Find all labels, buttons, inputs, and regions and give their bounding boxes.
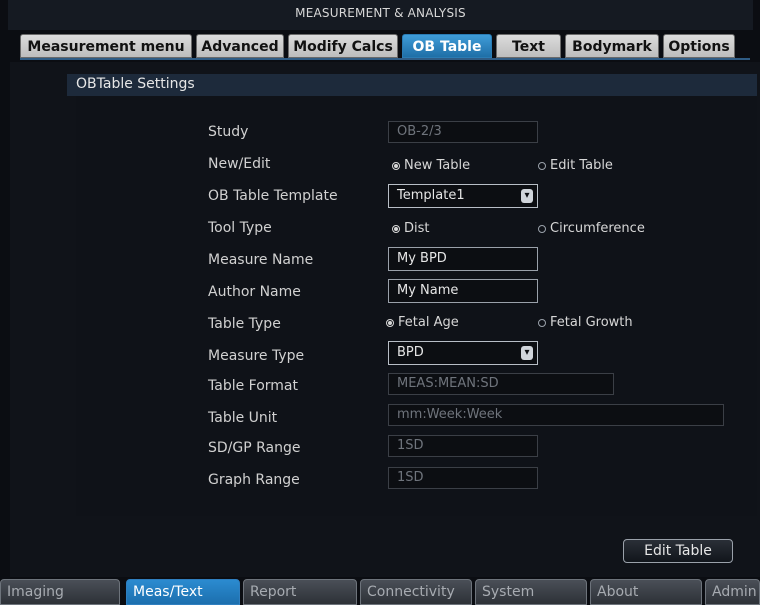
radio-circumference-label: Circumference: [550, 221, 645, 236]
measure-type-label: Measure Type: [208, 348, 305, 364]
bottom-tab-meas-text[interactable]: Meas/Text: [126, 579, 240, 605]
measure-type-dropdown-value: BPD: [397, 345, 424, 360]
table-unit-label: Table Unit: [208, 410, 278, 426]
template-label: OB Table Template: [208, 188, 338, 204]
new-edit-label: New/Edit: [208, 156, 271, 172]
radio-dot-icon: [386, 318, 394, 327]
radio-circumference[interactable]: Circumference: [538, 221, 645, 236]
tab-modify-calcs[interactable]: Modify Calcs: [288, 34, 398, 58]
radio-dot-icon: [392, 224, 400, 233]
measure-type-dropdown[interactable]: BPD ▾: [388, 341, 538, 365]
tab-measurement-menu[interactable]: Measurement menu: [20, 34, 192, 58]
author-name-field[interactable]: My Name: [388, 279, 538, 303]
radio-dot-icon: [538, 161, 546, 170]
radio-dist-label: Dist: [404, 221, 430, 236]
radio-edit-table-label: Edit Table: [550, 158, 613, 173]
bottom-tab-about[interactable]: About: [590, 579, 702, 605]
graph-range-label: Graph Range: [208, 472, 300, 488]
window-title: MEASUREMENT & ANALYSIS: [295, 6, 466, 20]
radio-dot-icon: [538, 224, 546, 233]
tool-type-label: Tool Type: [208, 220, 272, 236]
measure-name-field[interactable]: My BPD: [388, 247, 538, 271]
graph-range-field: 1SD: [388, 467, 538, 489]
edit-table-button[interactable]: Edit Table: [623, 539, 733, 563]
radio-dist[interactable]: Dist: [392, 221, 430, 236]
bottom-tab-admin[interactable]: Admin: [705, 579, 760, 605]
radio-dot-icon: [392, 161, 400, 170]
measure-name-label: Measure Name: [208, 252, 314, 268]
tab-advanced[interactable]: Advanced: [196, 34, 284, 58]
radio-edit-table[interactable]: Edit Table: [538, 158, 613, 173]
study-field: OB-2/3: [388, 121, 538, 143]
tab-text[interactable]: Text: [496, 34, 561, 58]
tab-bodymark[interactable]: Bodymark: [565, 34, 659, 58]
study-label: Study: [208, 124, 249, 140]
table-format-label: Table Format: [208, 378, 298, 394]
sdgp-range-field: 1SD: [388, 435, 538, 457]
sdgp-range-label: SD/GP Range: [208, 440, 301, 456]
app-window: MEASUREMENT & ANALYSIS Measurement menu …: [0, 0, 760, 605]
template-dropdown-value: Template1: [397, 188, 465, 203]
table-type-label: Table Type: [208, 316, 281, 332]
bottom-tab-imaging[interactable]: Imaging: [0, 579, 120, 605]
bottom-tab-report[interactable]: Report: [243, 579, 357, 605]
section-title: OBTable Settings: [76, 76, 195, 92]
radio-new-table[interactable]: New Table: [392, 158, 470, 173]
table-unit-field: mm:Week:Week: [388, 404, 724, 426]
title-bar: MEASUREMENT & ANALYSIS: [8, 0, 753, 30]
author-name-label: Author Name: [208, 284, 301, 300]
bottom-tab-connectivity[interactable]: Connectivity: [360, 579, 472, 605]
bottom-tab-system[interactable]: System: [475, 579, 587, 605]
top-tabs: Measurement menu Advanced Modify Calcs O…: [20, 34, 750, 60]
chevron-down-icon[interactable]: ▾: [521, 189, 533, 203]
tab-ob-table[interactable]: OB Table: [402, 34, 492, 58]
radio-fetal-age-label: Fetal Age: [398, 315, 459, 330]
chevron-down-icon[interactable]: ▾: [521, 346, 533, 360]
template-dropdown[interactable]: Template1 ▾: [388, 184, 538, 208]
radio-dot-icon: [538, 318, 546, 327]
tab-underline: [20, 58, 750, 60]
radio-fetal-growth[interactable]: Fetal Growth: [538, 315, 633, 330]
bottom-tabs: Imaging Meas/Text Report Connectivity Sy…: [0, 579, 760, 605]
radio-new-table-label: New Table: [404, 158, 471, 173]
tab-options[interactable]: Options: [663, 34, 735, 58]
radio-fetal-age[interactable]: Fetal Age: [386, 315, 459, 330]
table-format-field: MEAS:MEAN:SD: [388, 373, 614, 395]
radio-fetal-growth-label: Fetal Growth: [550, 315, 633, 330]
